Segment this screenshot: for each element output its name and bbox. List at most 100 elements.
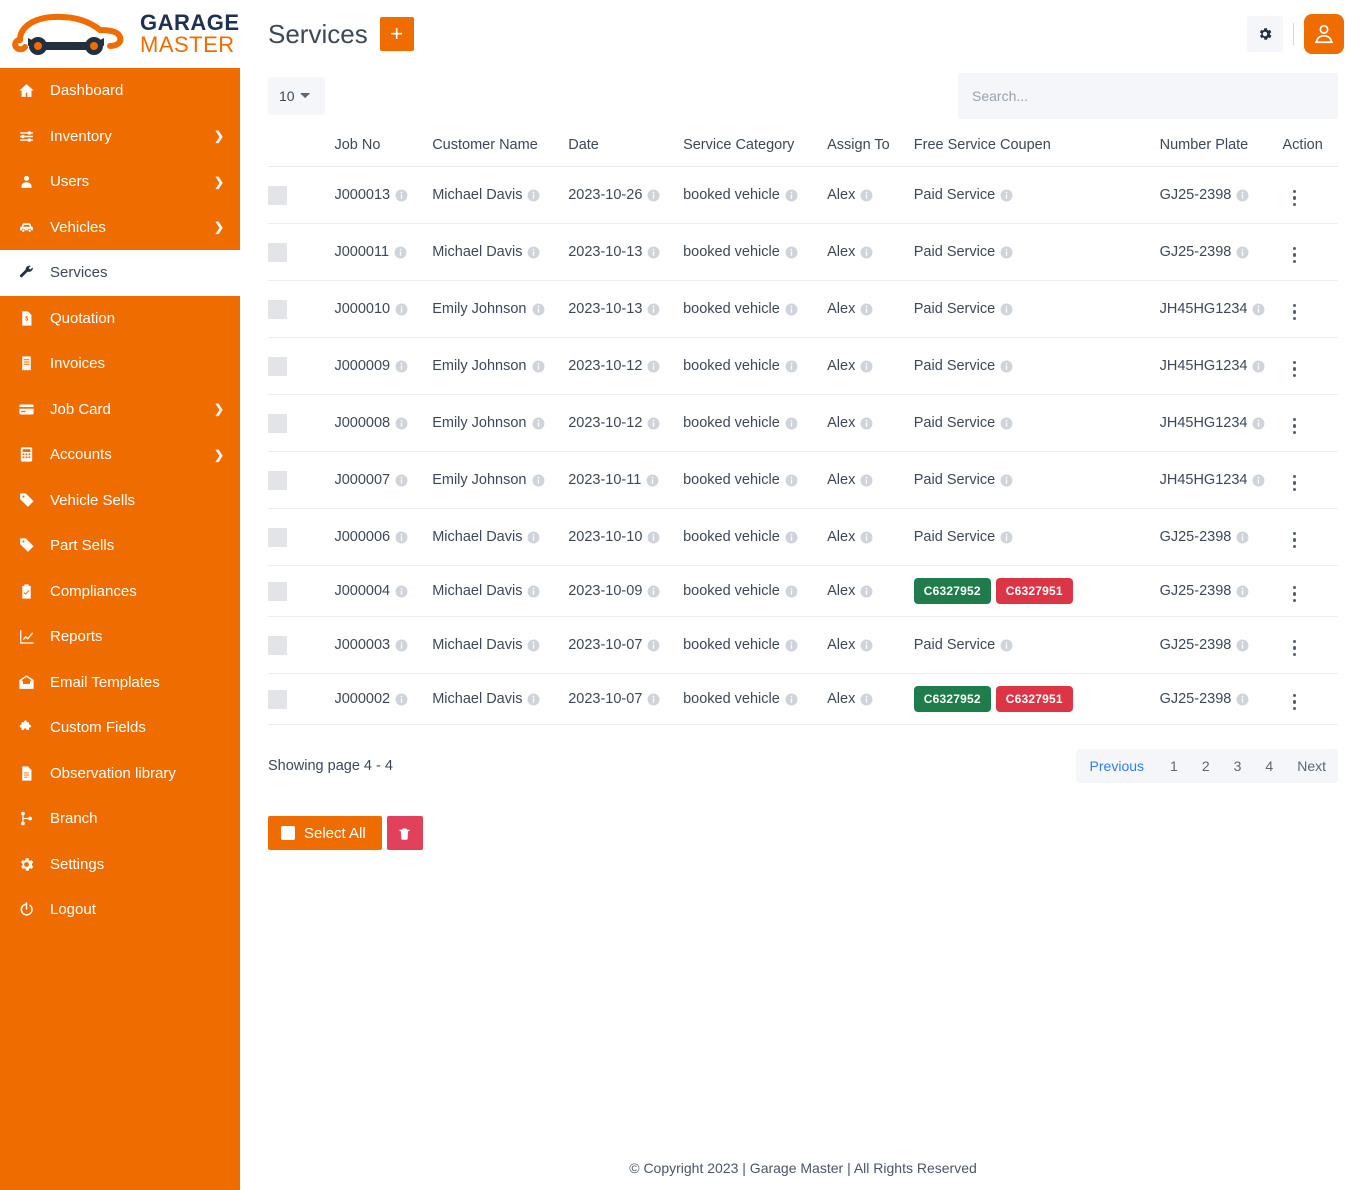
info-icon[interactable] bbox=[647, 360, 660, 373]
info-icon[interactable] bbox=[785, 474, 798, 487]
info-icon[interactable] bbox=[527, 189, 540, 202]
info-icon[interactable] bbox=[527, 246, 540, 259]
info-icon[interactable] bbox=[860, 639, 873, 652]
info-icon[interactable] bbox=[527, 531, 540, 544]
row-checkbox[interactable] bbox=[268, 689, 287, 709]
sidebar-item-vehicle-sells[interactable]: Vehicle Sells bbox=[0, 478, 240, 524]
info-icon[interactable] bbox=[1000, 417, 1013, 430]
coupon-badge[interactable]: C6327952 bbox=[913, 686, 991, 712]
row-actions-menu-icon[interactable] bbox=[1283, 472, 1307, 495]
info-icon[interactable] bbox=[532, 474, 545, 487]
info-icon[interactable] bbox=[860, 531, 873, 544]
search-input[interactable] bbox=[958, 73, 1338, 119]
info-icon[interactable] bbox=[785, 639, 798, 652]
info-icon[interactable] bbox=[527, 693, 540, 706]
info-icon[interactable] bbox=[647, 693, 660, 706]
pagination-next[interactable]: Next bbox=[1285, 749, 1338, 783]
info-icon[interactable] bbox=[1252, 417, 1265, 430]
info-icon[interactable] bbox=[395, 585, 408, 598]
info-icon[interactable] bbox=[647, 246, 660, 259]
sidebar-item-inventory[interactable]: Inventory ❯ bbox=[0, 114, 240, 160]
info-icon[interactable] bbox=[785, 303, 798, 316]
add-service-button[interactable]: + bbox=[379, 17, 414, 51]
info-icon[interactable] bbox=[395, 189, 408, 202]
info-icon[interactable] bbox=[395, 417, 408, 430]
user-avatar-button[interactable] bbox=[1304, 14, 1344, 54]
info-icon[interactable] bbox=[395, 531, 408, 544]
sidebar-item-users[interactable]: Users ❯ bbox=[0, 159, 240, 205]
page-length-select[interactable]: 102550100 bbox=[268, 77, 325, 115]
sidebar-item-quotation[interactable]: Quotation bbox=[0, 296, 240, 342]
row-checkbox[interactable] bbox=[268, 242, 287, 262]
info-icon[interactable] bbox=[1000, 246, 1013, 259]
sidebar-item-custom-fields[interactable]: Custom Fields bbox=[0, 705, 240, 751]
row-actions-menu-icon[interactable] bbox=[1283, 637, 1307, 660]
sidebar-item-settings[interactable]: Settings bbox=[0, 842, 240, 888]
info-icon[interactable] bbox=[1000, 531, 1013, 544]
info-icon[interactable] bbox=[1252, 474, 1265, 487]
sidebar-item-part-sells[interactable]: Part Sells bbox=[0, 523, 240, 569]
info-icon[interactable] bbox=[647, 585, 660, 598]
row-checkbox[interactable] bbox=[268, 185, 287, 205]
info-icon[interactable] bbox=[860, 360, 873, 373]
info-icon[interactable] bbox=[860, 693, 873, 706]
row-actions-menu-icon[interactable] bbox=[1283, 187, 1307, 210]
brand-header[interactable]: GARAGE MASTER bbox=[0, 0, 240, 68]
info-icon[interactable] bbox=[1000, 360, 1013, 373]
row-actions-menu-icon[interactable] bbox=[1283, 358, 1307, 381]
info-icon[interactable] bbox=[1236, 531, 1249, 544]
info-icon[interactable] bbox=[532, 360, 545, 373]
info-icon[interactable] bbox=[860, 474, 873, 487]
info-icon[interactable] bbox=[527, 585, 540, 598]
info-icon[interactable] bbox=[1000, 189, 1013, 202]
info-icon[interactable] bbox=[1236, 639, 1249, 652]
row-checkbox[interactable] bbox=[268, 635, 287, 655]
row-actions-menu-icon[interactable] bbox=[1283, 415, 1307, 438]
info-icon[interactable] bbox=[785, 417, 798, 430]
row-checkbox[interactable] bbox=[268, 527, 287, 547]
info-icon[interactable] bbox=[785, 531, 798, 544]
sidebar-item-services[interactable]: Services bbox=[0, 250, 240, 296]
info-icon[interactable] bbox=[1252, 303, 1265, 316]
coupon-badge[interactable]: C6327951 bbox=[995, 686, 1073, 712]
row-checkbox[interactable] bbox=[268, 299, 287, 319]
info-icon[interactable] bbox=[647, 417, 660, 430]
row-actions-menu-icon[interactable] bbox=[1283, 244, 1307, 267]
sidebar-item-branch[interactable]: Branch bbox=[0, 796, 240, 842]
sidebar-item-observation-library[interactable]: Observation library bbox=[0, 751, 240, 797]
row-actions-menu-icon[interactable] bbox=[1283, 529, 1307, 552]
sidebar-item-dashboard[interactable]: Dashboard bbox=[0, 68, 240, 114]
sidebar-item-reports[interactable]: Reports bbox=[0, 614, 240, 660]
select-all-button[interactable]: Select All bbox=[268, 816, 382, 850]
info-icon[interactable] bbox=[395, 639, 408, 652]
info-icon[interactable] bbox=[1236, 189, 1249, 202]
info-icon[interactable] bbox=[647, 189, 660, 202]
info-icon[interactable] bbox=[646, 474, 659, 487]
sidebar-item-compliances[interactable]: Compliances bbox=[0, 569, 240, 615]
info-icon[interactable] bbox=[860, 246, 873, 259]
coupon-badge[interactable]: C6327952 bbox=[913, 578, 991, 604]
info-icon[interactable] bbox=[860, 303, 873, 316]
row-actions-menu-icon[interactable] bbox=[1283, 583, 1307, 606]
sidebar-item-logout[interactable]: Logout bbox=[0, 887, 240, 933]
info-icon[interactable] bbox=[532, 303, 545, 316]
info-icon[interactable] bbox=[1000, 474, 1013, 487]
pagination-page-4[interactable]: 4 bbox=[1253, 749, 1285, 783]
info-icon[interactable] bbox=[395, 474, 408, 487]
info-icon[interactable] bbox=[1000, 303, 1013, 316]
info-icon[interactable] bbox=[1236, 693, 1249, 706]
info-icon[interactable] bbox=[860, 189, 873, 202]
info-icon[interactable] bbox=[395, 693, 408, 706]
sidebar-item-email-templates[interactable]: Email Templates bbox=[0, 660, 240, 706]
sidebar-item-job-card[interactable]: Job Card ❯ bbox=[0, 387, 240, 433]
info-icon[interactable] bbox=[647, 639, 660, 652]
row-actions-menu-icon[interactable] bbox=[1283, 301, 1307, 324]
info-icon[interactable] bbox=[647, 303, 660, 316]
coupon-badge[interactable]: C6327951 bbox=[995, 578, 1073, 604]
sidebar-item-vehicles[interactable]: Vehicles ❯ bbox=[0, 205, 240, 251]
info-icon[interactable] bbox=[394, 246, 407, 259]
info-icon[interactable] bbox=[785, 585, 798, 598]
pagination-page-3[interactable]: 3 bbox=[1222, 749, 1254, 783]
info-icon[interactable] bbox=[395, 303, 408, 316]
row-checkbox[interactable] bbox=[268, 413, 287, 433]
